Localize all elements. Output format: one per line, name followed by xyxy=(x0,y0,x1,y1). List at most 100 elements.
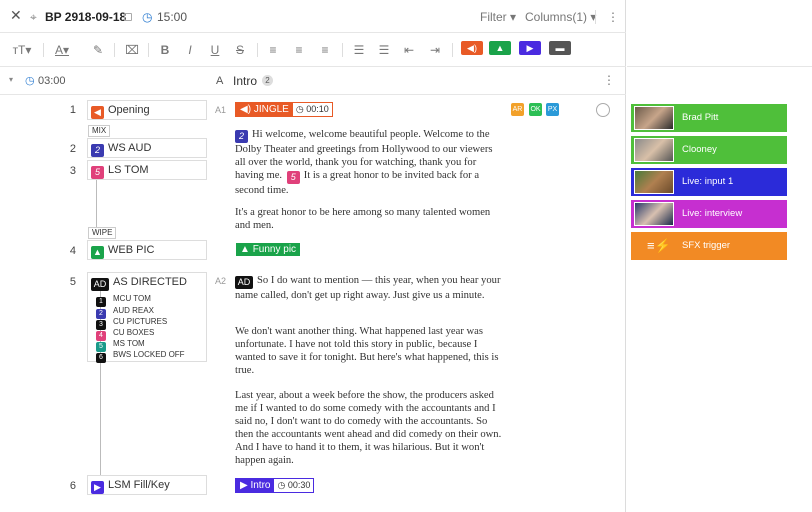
cue-label: WS AUD xyxy=(108,142,152,154)
sub-shot-label: CU BOXES xyxy=(113,328,155,337)
ar-badge[interactable]: AR xyxy=(511,103,524,116)
jingle-text: JINGLE xyxy=(253,104,289,115)
source-tile-brad-pitt[interactable]: Brad Pitt xyxy=(631,104,787,132)
segment-duration: 03:00 xyxy=(38,75,66,87)
live-interview-thumbnail xyxy=(634,202,674,226)
filter-button[interactable]: Filter ▾ xyxy=(480,9,516,25)
cue-lsm-fill-key[interactable]: ▶ LSM Fill/Key xyxy=(87,475,207,495)
status-circle-icon[interactable] xyxy=(596,103,610,117)
columns-button[interactable]: Columns(1) ▾ xyxy=(525,9,596,25)
cue-label: LSM Fill/Key xyxy=(108,479,170,491)
italic-icon[interactable]: I xyxy=(183,41,197,59)
row-number: 3 xyxy=(69,165,76,177)
segment-header: ▾ ◷ 03:00 A Intro 2 ⋮ xyxy=(0,67,626,95)
close-icon[interactable]: ✕ xyxy=(10,7,22,23)
transition-wipe[interactable]: WIPE xyxy=(88,227,117,239)
bullet-list-icon[interactable]: ☰ xyxy=(352,41,366,59)
cue-ws-aud[interactable]: 2 WS AUD xyxy=(87,138,207,158)
script-paragraph[interactable]: Last year, about a week before the show,… xyxy=(235,389,505,467)
script-text: So I do want to mention — this year, whe… xyxy=(235,275,501,301)
divider xyxy=(342,43,343,57)
brad-pitt-thumbnail xyxy=(634,106,674,130)
sub-shot-label: MS TOM xyxy=(113,339,145,348)
px-badge[interactable]: PX xyxy=(546,103,559,116)
camera-number-icon: 2 xyxy=(235,130,248,143)
transition-mix[interactable]: MIX xyxy=(88,125,111,137)
numbered-list-icon[interactable]: ☰ xyxy=(377,41,391,59)
source-tile-sfx-trigger[interactable]: ≡⚡ SFX trigger xyxy=(631,232,787,260)
segment-menu-icon[interactable]: ⋮ xyxy=(603,73,615,87)
cue-ls-tom[interactable]: 5 LS TOM xyxy=(87,160,207,180)
align-right-icon[interactable]: ≡ xyxy=(318,41,332,59)
align-left-icon[interactable]: ≡ xyxy=(266,41,280,59)
lock-icon[interactable] xyxy=(124,13,132,21)
divider xyxy=(43,43,44,57)
strikethrough-icon[interactable]: S xyxy=(233,41,247,59)
ok-badge[interactable]: OK xyxy=(529,103,542,116)
camera-number-icon: 5 xyxy=(91,166,104,179)
clear-format-icon[interactable]: ⌧ xyxy=(124,41,140,59)
segment-count-badge: 2 xyxy=(262,75,273,86)
collapse-chevron-icon[interactable]: ▾ xyxy=(9,75,13,84)
jingle-chip[interactable]: ◀) JINGLE ◷ 00:10 xyxy=(235,102,333,117)
cue-web-pic[interactable]: ▲ WEB PIC xyxy=(87,240,207,260)
cue-label: LS TOM xyxy=(108,164,149,176)
shot-number-icon: 6 xyxy=(96,353,106,363)
sub-shot[interactable]: 6 BWS LOCKED OFF xyxy=(96,349,185,363)
sub-shot-label: CU PICTURES xyxy=(113,317,168,326)
rundown-panel: ✕ ⌖ BP 2918-09-18 ◷ 15:00 Filter ▾ Colum… xyxy=(0,0,626,512)
cue-opening[interactable]: ◀ Opening xyxy=(87,100,207,120)
text-size-icon[interactable]: ᴛT▾ xyxy=(10,41,34,59)
source-tile-clooney[interactable]: Clooney xyxy=(631,136,787,164)
video-media-button[interactable]: ▶ xyxy=(519,41,541,55)
clock-icon: ◷ xyxy=(25,75,35,87)
script-paragraph[interactable]: We don't want another thing. What happen… xyxy=(235,325,505,377)
image-media-button[interactable]: ▲ xyxy=(489,41,511,55)
funny-pic-chip[interactable]: ▲ Funny pic xyxy=(236,243,301,256)
format-toolbar: ᴛT▾ A▾ ✎ ⌧ B I U S ≡ ≡ ≡ ☰ ☰ ⇤ ⇥ ◀) ▲ ▶ … xyxy=(0,33,626,67)
source-tile-live-input-1[interactable]: Live: input 1 xyxy=(631,168,787,196)
bold-icon[interactable]: B xyxy=(158,41,172,59)
indent-icon[interactable]: ⇥ xyxy=(428,41,442,59)
source-label: Live: interview xyxy=(682,208,743,219)
sources-panel: Brad Pitt Clooney Live: input 1 Live: in… xyxy=(627,0,812,512)
cue-label: Opening xyxy=(108,104,150,116)
divider xyxy=(595,10,596,24)
text-color-icon[interactable]: A▾ xyxy=(50,41,74,59)
sub-shot[interactable]: 3 CU PICTURES xyxy=(96,316,168,330)
sub-shot[interactable]: 4 CU BOXES xyxy=(96,327,155,341)
script-paragraph[interactable]: 2 Hi welcome, welcome beautiful people. W… xyxy=(235,128,505,197)
underline-icon[interactable]: U xyxy=(208,41,222,59)
row-number: 1 xyxy=(69,104,76,116)
more-menu-icon[interactable]: ⋮ xyxy=(607,9,619,25)
audio-media-button[interactable]: ◀) xyxy=(461,41,483,55)
highlight-icon[interactable]: ✎ xyxy=(90,41,106,59)
image-icon: ▲ xyxy=(240,244,253,255)
cue-label: AS DIRECTED xyxy=(113,276,187,288)
script-paragraph[interactable]: It's a great honor to be here among so m… xyxy=(235,206,505,232)
ad-tag: AD xyxy=(91,278,109,291)
funny-pic-label: Funny pic xyxy=(252,244,297,255)
sub-shot[interactable]: 2 AUD REAX xyxy=(96,305,154,319)
intro-text: Intro xyxy=(250,480,271,491)
camera-media-button[interactable]: ▬ xyxy=(549,41,571,55)
column-marker-a2: A2 xyxy=(215,276,227,286)
align-center-icon[interactable]: ≡ xyxy=(292,41,306,59)
source-label: SFX trigger xyxy=(682,240,731,251)
sources-header xyxy=(627,0,812,67)
intro-duration: ◷ 00:30 xyxy=(277,480,311,490)
clooney-thumbnail xyxy=(634,138,674,162)
jingle-duration: ◷ 00:10 xyxy=(295,104,329,114)
divider xyxy=(148,43,149,57)
sub-shot[interactable]: 5 MS TOM xyxy=(96,338,145,352)
row-number: 2 xyxy=(69,143,76,155)
header-bar: ✕ ⌖ BP 2918-09-18 ◷ 15:00 Filter ▾ Colum… xyxy=(0,0,626,33)
audio-icon: ◀) xyxy=(240,104,254,115)
script-paragraph[interactable]: AD So I do want to mention — this year, w… xyxy=(235,274,505,302)
pin-icon[interactable]: ⌖ xyxy=(30,9,37,25)
live-input-thumbnail xyxy=(634,170,674,194)
outdent-icon[interactable]: ⇤ xyxy=(402,41,416,59)
sub-shot[interactable]: 1 MCU TOM xyxy=(96,293,151,307)
source-tile-live-interview[interactable]: Live: interview xyxy=(631,200,787,228)
intro-chip[interactable]: ▶ Intro ◷ 00:30 xyxy=(235,478,315,493)
